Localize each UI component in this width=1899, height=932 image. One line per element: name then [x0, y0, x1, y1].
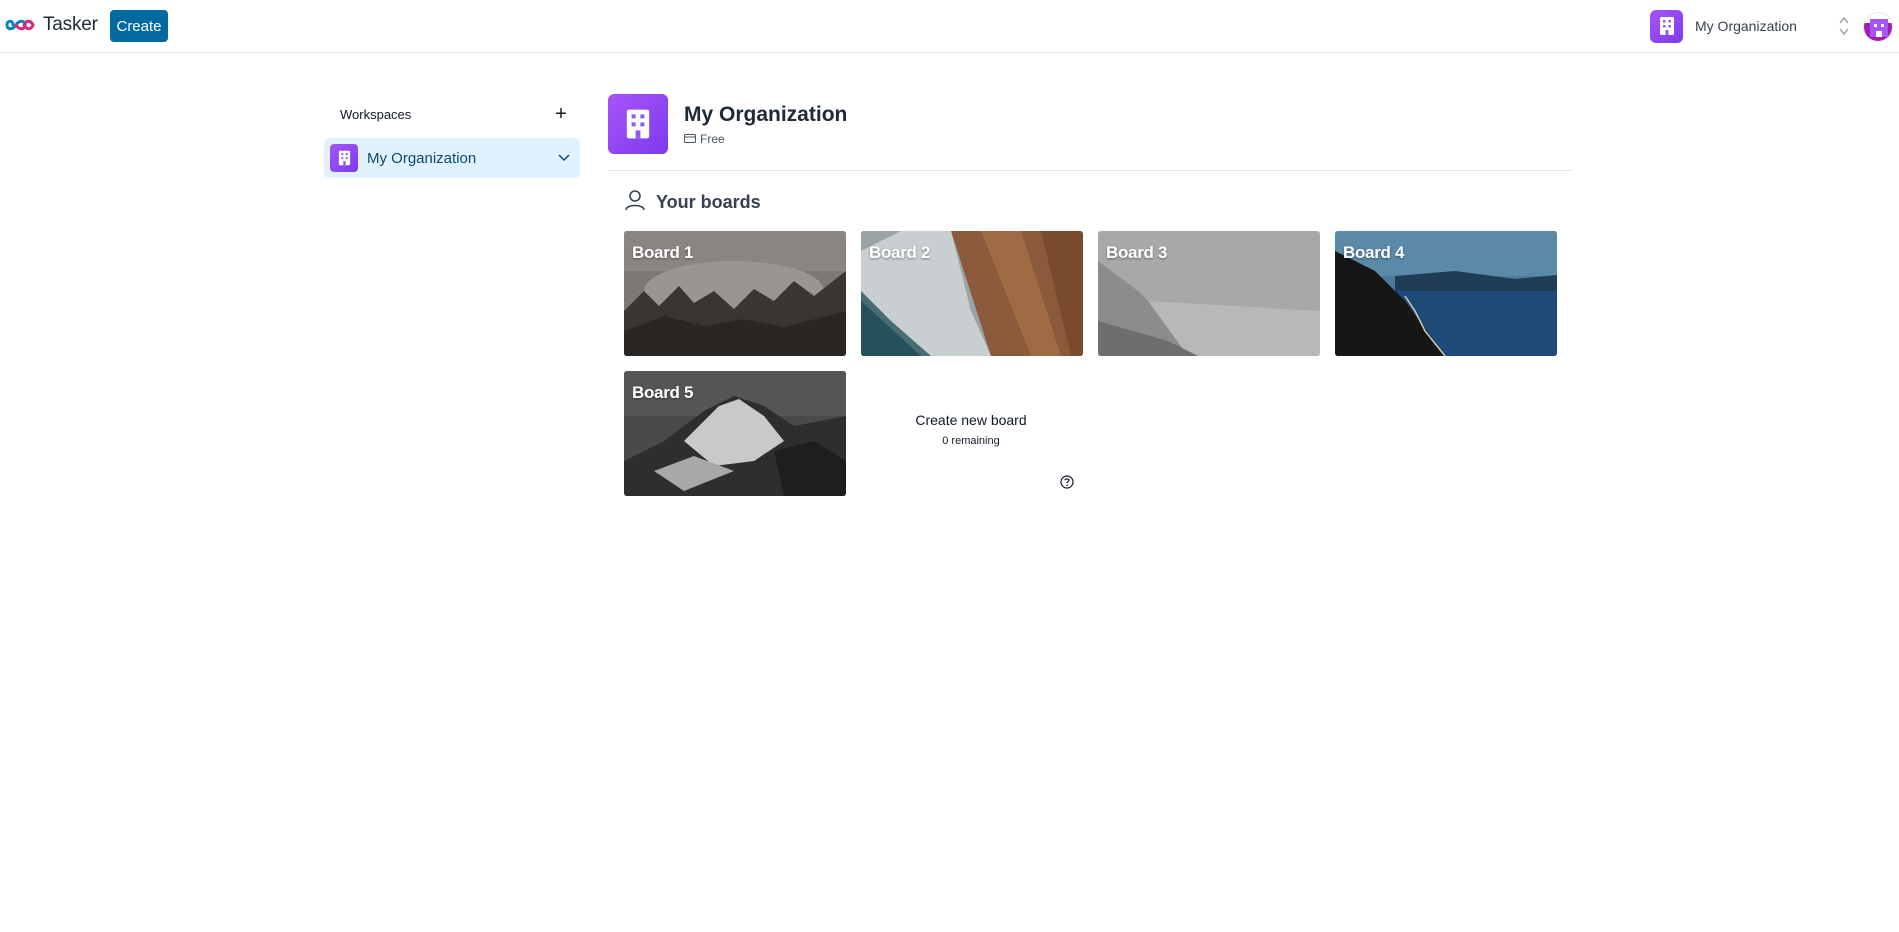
board-card[interactable]: Board 5	[624, 371, 846, 496]
sidebar-title: Workspaces	[340, 106, 412, 122]
chevron-up-down-icon	[1838, 15, 1850, 37]
org-header: My Organization Free	[608, 94, 1572, 171]
board-card[interactable]: Board 1	[624, 231, 846, 356]
add-workspace-button[interactable]: +	[550, 103, 572, 125]
workspaces-sidebar: Workspaces + My Organization	[324, 98, 580, 178]
board-card[interactable]: Board 4	[1335, 231, 1557, 356]
create-board-label: Create new board	[915, 412, 1027, 428]
board-card[interactable]: Board 2	[861, 231, 1083, 356]
user-icon	[624, 189, 646, 216]
board-title: Board 1	[632, 243, 694, 262]
board-title: Board 4	[1343, 243, 1405, 262]
org-name: My Organization	[684, 103, 848, 126]
sidebar-item-my-organization[interactable]: My Organization	[324, 138, 580, 178]
org-plan: Free	[684, 132, 725, 146]
boards-remaining: 0 remaining	[942, 435, 1000, 447]
section-title: Your boards	[656, 192, 761, 212]
app-logo[interactable]: Tasker	[5, 14, 98, 36]
create-new-board-tile[interactable]: Create new board 0 remaining	[860, 371, 1082, 496]
infinity-logo-icon	[5, 14, 35, 36]
board-title: Board 5	[632, 383, 694, 402]
building-icon	[608, 94, 668, 154]
plus-icon: +	[555, 102, 567, 125]
sidebar-header: Workspaces +	[324, 98, 580, 130]
board-card[interactable]: Board 3	[1098, 231, 1320, 356]
sidebar-item-label: My Organization	[367, 149, 477, 167]
org-plan-label: Free	[700, 132, 725, 146]
your-boards-heading: Your boards	[624, 189, 761, 216]
credit-card-icon	[684, 132, 700, 146]
building-icon	[330, 144, 358, 172]
top-navbar: Tasker Create My Organization	[0, 0, 1899, 53]
building-icon	[1650, 9, 1683, 43]
org-switcher-label: My Organization	[1695, 18, 1797, 34]
org-switcher[interactable]: My Organization	[1650, 9, 1850, 43]
create-button[interactable]: Create	[110, 10, 168, 42]
board-title: Board 3	[1106, 243, 1168, 262]
chevron-down-icon[interactable]	[558, 149, 570, 167]
app-name: Tasker	[43, 14, 98, 35]
board-title: Board 2	[869, 243, 931, 262]
user-avatar[interactable]	[1863, 12, 1893, 42]
help-circle-icon[interactable]	[1060, 475, 1074, 489]
